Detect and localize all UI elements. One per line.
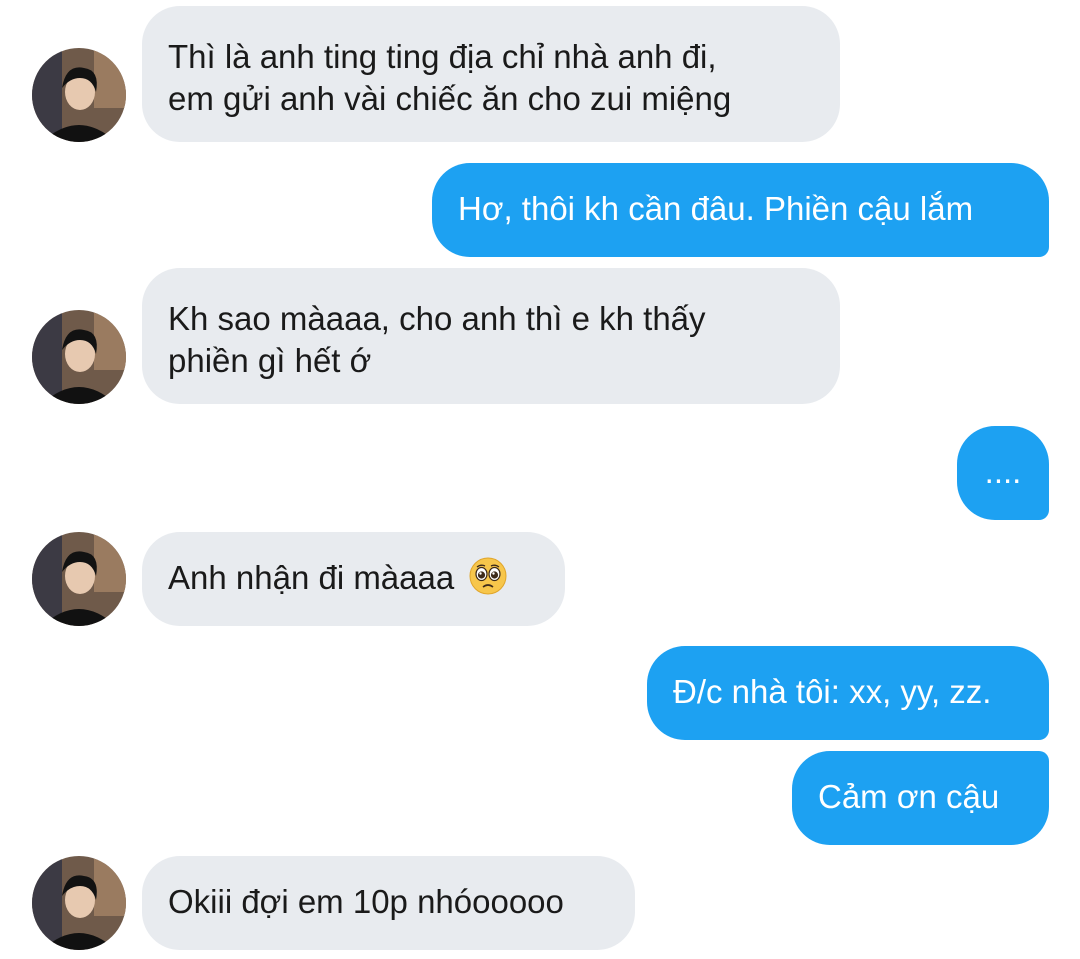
contact-avatar[interactable] bbox=[32, 310, 126, 404]
message-text-line: em gửi anh vài chiếc ăn cho zui miệng bbox=[168, 80, 732, 117]
message-text: Cảm ơn cậu bbox=[818, 778, 1000, 815]
contact-avatar[interactable] bbox=[32, 532, 126, 626]
message-text-line: phiền gì hết ớ bbox=[168, 342, 372, 379]
contact-avatar[interactable] bbox=[32, 48, 126, 142]
incoming-message-bubble[interactable]: Kh sao màaaa, cho anh thì e kh thấy phiề… bbox=[142, 268, 840, 404]
incoming-message-bubble[interactable]: Anh nhận đi màaaa bbox=[142, 532, 565, 626]
message-text: Anh nhận đi màaaa bbox=[168, 559, 455, 596]
avatar-photo-icon bbox=[32, 856, 126, 950]
message-text: .... bbox=[984, 453, 1022, 490]
contact-avatar[interactable] bbox=[32, 856, 126, 950]
pleading-face-emoji-icon bbox=[469, 557, 507, 605]
message-text-line: Kh sao màaaa, cho anh thì e kh thấy bbox=[168, 300, 706, 337]
incoming-message-bubble[interactable]: Okiii đợi em 10p nhóooooo bbox=[142, 856, 635, 950]
outgoing-message-bubble[interactable]: Đ/c nhà tôi: xx, yy, zz. bbox=[647, 646, 1049, 740]
message-text-line: Thì là anh ting ting địa chỉ nhà anh đi, bbox=[168, 38, 717, 75]
avatar-photo-icon bbox=[32, 48, 126, 142]
outgoing-message-bubble[interactable]: Hơ, thôi kh cần đâu. Phiền cậu lắm bbox=[432, 163, 1049, 257]
chat-thread: Thì là anh ting ting địa chỉ nhà anh đi,… bbox=[0, 0, 1080, 959]
avatar-photo-icon bbox=[32, 310, 126, 404]
message-text: Đ/c nhà tôi: xx, yy, zz. bbox=[673, 673, 992, 710]
outgoing-message-bubble[interactable]: .... bbox=[957, 426, 1049, 520]
message-text: Okiii đợi em 10p nhóooooo bbox=[168, 883, 564, 920]
message-text: Hơ, thôi kh cần đâu. Phiền cậu lắm bbox=[458, 190, 974, 227]
outgoing-message-bubble[interactable]: Cảm ơn cậu bbox=[792, 751, 1049, 845]
incoming-message-bubble[interactable]: Thì là anh ting ting địa chỉ nhà anh đi,… bbox=[142, 6, 840, 142]
avatar-photo-icon bbox=[32, 532, 126, 626]
